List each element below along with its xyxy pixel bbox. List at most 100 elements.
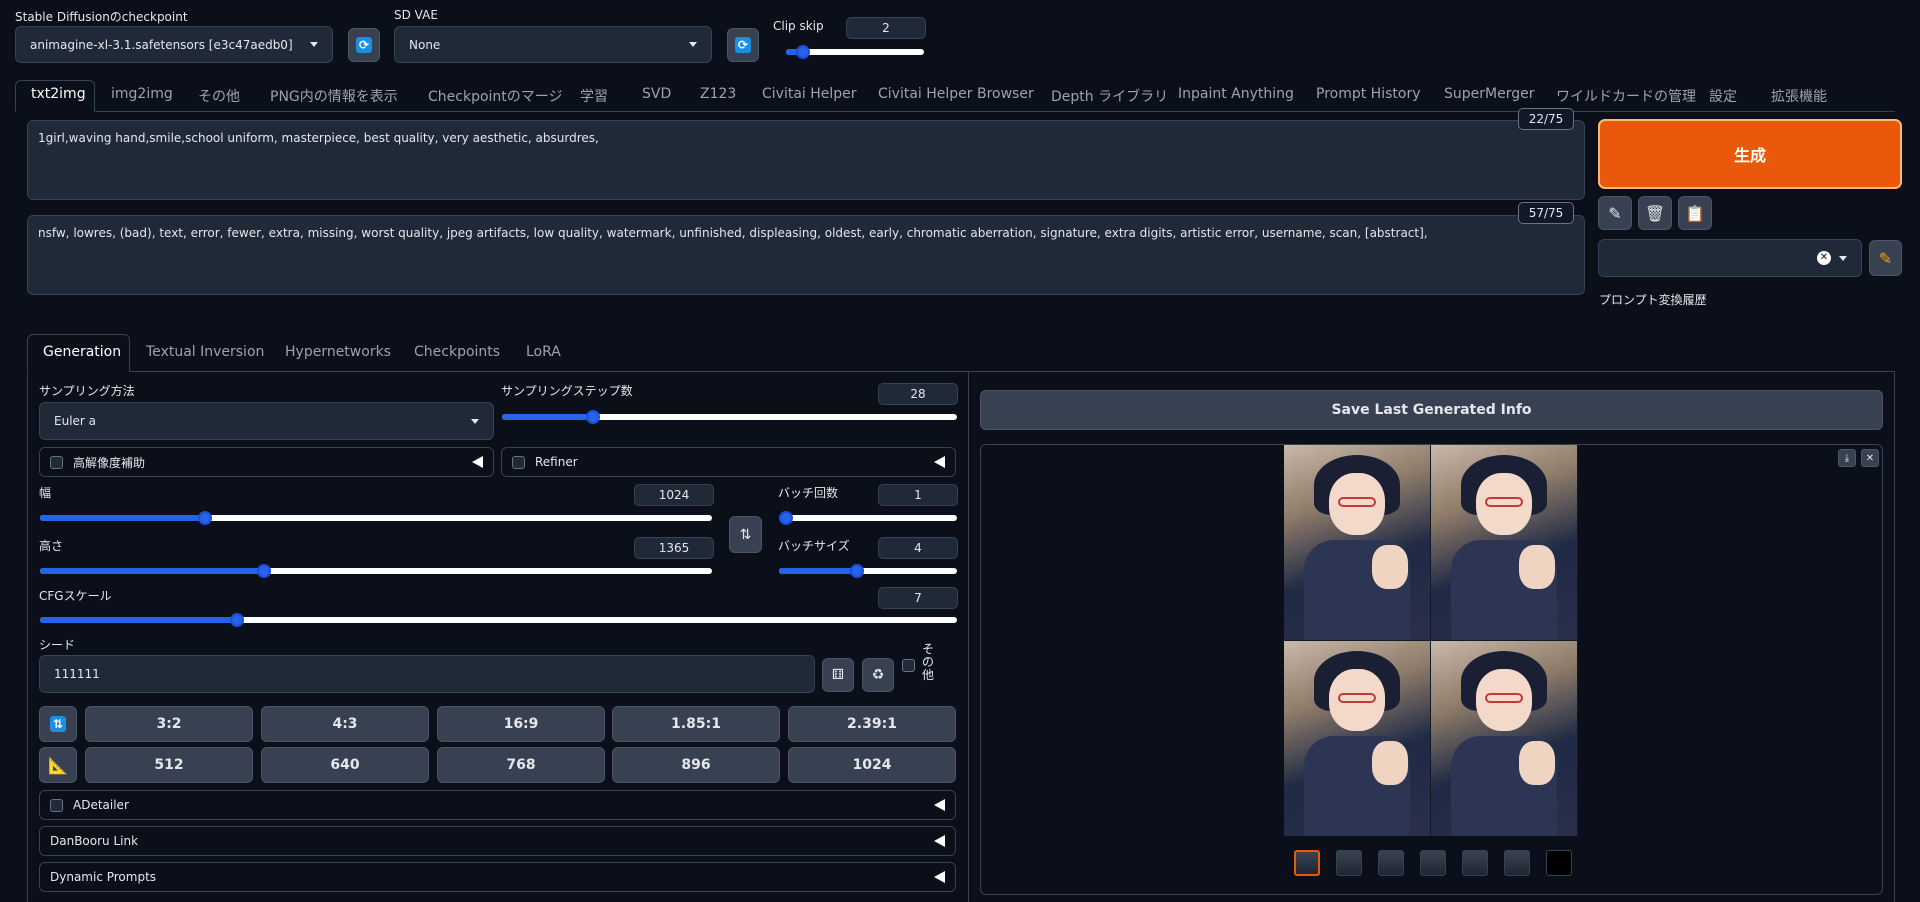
refresh-vae-button[interactable]: ⟳	[727, 28, 759, 62]
pencil-icon: ✎	[1608, 203, 1622, 223]
tab-11[interactable]: Inpaint Anything	[1178, 86, 1294, 102]
tab-5[interactable]: 学習	[580, 86, 608, 106]
seed-label: シード	[39, 638, 76, 652]
seed-extra-checkbox[interactable]	[902, 659, 915, 672]
gallery-thumbnail[interactable]	[1378, 850, 1404, 876]
batch-size-input[interactable]: 4	[878, 537, 958, 559]
subtab-4[interactable]: LoRA	[526, 344, 561, 360]
height-input[interactable]: 1365	[634, 537, 714, 559]
clear-icon[interactable]: ✕	[1817, 251, 1831, 265]
generate-button[interactable]: 生成	[1598, 119, 1902, 189]
tab-6[interactable]: SVD	[642, 86, 671, 102]
subtab-2[interactable]: Hypernetworks	[285, 344, 391, 360]
steps-input[interactable]: 28	[878, 383, 958, 405]
clip-skip-label: Clip skip	[773, 19, 824, 33]
gallery-thumbnail[interactable]	[1336, 850, 1362, 876]
ratio-button[interactable]: 16:9	[437, 706, 605, 742]
chevron-down-icon	[310, 42, 318, 47]
danbooru-link-accordion[interactable]: DanBooru Link	[39, 826, 956, 856]
hires-fix-checkbox[interactable]	[50, 455, 63, 469]
download-button[interactable]: ⤓	[1838, 449, 1856, 467]
ratio-button[interactable]: 4:3	[261, 706, 429, 742]
checkpoint-label: Stable Diffusionのcheckpoint	[15, 10, 188, 24]
size-button[interactable]: 512	[85, 747, 253, 783]
ratio-button[interactable]: 2.39:1	[788, 706, 956, 742]
dynamic-prompts-accordion[interactable]: Dynamic Prompts	[39, 862, 956, 892]
gallery-thumbnail[interactable]	[1294, 850, 1320, 876]
adetailer-accordion[interactable]: ADetailer	[39, 790, 956, 820]
tab-1[interactable]: img2img	[111, 86, 173, 102]
random-seed-button[interactable]: ⚅	[822, 658, 854, 692]
tab-0[interactable]: txt2img	[31, 86, 86, 102]
gallery-thumbnail[interactable]	[1420, 850, 1446, 876]
clip-skip-input[interactable]: 2	[846, 17, 926, 39]
hires-fix-accordion[interactable]: 高解像度補助	[39, 447, 494, 477]
negative-prompt[interactable]: nsfw, lowres, (bad), text, error, fewer,…	[27, 215, 1585, 295]
gallery-thumbnail[interactable]	[1504, 850, 1530, 876]
size-button[interactable]: 640	[261, 747, 429, 783]
steps-slider[interactable]	[502, 410, 957, 424]
generated-image-grid[interactable]	[1284, 445, 1578, 836]
gallery-thumbnail[interactable]	[1462, 850, 1488, 876]
ratio-button[interactable]: 1.85:1	[612, 706, 780, 742]
tab-10[interactable]: Depth ライブラリ	[1051, 86, 1168, 106]
tab-3[interactable]: PNG内の情報を表示	[270, 86, 398, 106]
refresh-icon: ⟳	[356, 37, 372, 53]
tab-8[interactable]: Civitai Helper	[762, 86, 857, 102]
close-gallery-button[interactable]: ✕	[1861, 449, 1879, 467]
swap-ratio-button[interactable]: ⇅	[39, 706, 77, 742]
width-input[interactable]: 1024	[634, 484, 714, 506]
swap-dimensions-button[interactable]: ⇅	[729, 516, 762, 553]
styles-dropdown[interactable]: ✕	[1598, 239, 1862, 277]
tab-4[interactable]: Checkpointのマージ	[428, 86, 563, 106]
save-last-info-button[interactable]: Save Last Generated Info	[980, 390, 1883, 430]
batch-count-slider[interactable]	[779, 511, 957, 525]
reuse-seed-button[interactable]: ♻	[862, 658, 894, 692]
tab-9[interactable]: Civitai Helper Browser	[878, 86, 1034, 102]
steps-label: サンプリングステップ数	[501, 384, 633, 398]
edit-styles-button[interactable]: ✎	[1869, 240, 1902, 276]
tab-7[interactable]: Z123	[700, 86, 736, 102]
pencil-icon: ✎	[1878, 248, 1893, 268]
subtab-3[interactable]: Checkpoints	[414, 344, 500, 360]
seed-input[interactable]: 111111	[39, 655, 815, 693]
positive-prompt[interactable]: 1girl,waving hand,smile,school uniform, …	[27, 120, 1585, 200]
batch-count-input[interactable]: 1	[878, 484, 958, 506]
width-slider[interactable]	[40, 511, 712, 525]
height-slider[interactable]	[40, 564, 712, 578]
tab-2[interactable]: その他	[198, 86, 240, 106]
sampler-dropdown[interactable]: Euler a	[39, 402, 494, 440]
negative-token-counter: 57/75	[1518, 202, 1574, 224]
tab-16[interactable]: 拡張機能	[1771, 86, 1827, 106]
base-size-button[interactable]: 📐	[39, 747, 77, 783]
read-params-button[interactable]: ✎	[1598, 196, 1632, 230]
batch-size-slider[interactable]	[779, 564, 957, 578]
tab-13[interactable]: SuperMerger	[1444, 86, 1534, 102]
size-button[interactable]: 1024	[788, 747, 956, 783]
batch-count-label: バッチ回数	[778, 486, 839, 500]
generated-image	[1284, 641, 1430, 836]
tab-12[interactable]: Prompt History	[1316, 86, 1420, 102]
subtab-0[interactable]: Generation	[43, 344, 121, 360]
ratio-button[interactable]: 3:2	[85, 706, 253, 742]
refiner-checkbox[interactable]	[512, 455, 525, 469]
checkpoint-dropdown[interactable]: animagine-xl-3.1.safetensors [e3c47aedb0…	[15, 26, 333, 63]
cfg-slider[interactable]	[40, 613, 957, 627]
tab-14[interactable]: ワイルドカードの管理	[1556, 86, 1696, 106]
refresh-checkpoint-button[interactable]: ⟳	[348, 28, 380, 62]
refiner-accordion[interactable]: Refiner	[501, 447, 956, 477]
cfg-input[interactable]: 7	[878, 587, 958, 609]
gallery-thumbnail[interactable]	[1546, 850, 1572, 876]
chevron-down-icon	[471, 418, 479, 424]
adetailer-checkbox[interactable]	[50, 798, 63, 812]
apply-style-button[interactable]: 📋	[1678, 196, 1712, 230]
vae-dropdown[interactable]: None	[394, 26, 712, 63]
clear-prompt-button[interactable]: 🗑	[1638, 196, 1672, 230]
clip-skip-slider[interactable]	[786, 45, 924, 59]
size-button[interactable]: 896	[612, 747, 780, 783]
size-button[interactable]: 768	[437, 747, 605, 783]
swap-orientation-icon: ⇅	[50, 716, 66, 732]
subtab-1[interactable]: Textual Inversion	[146, 344, 264, 360]
collapse-icon	[934, 456, 945, 468]
tab-15[interactable]: 設定	[1709, 86, 1737, 106]
